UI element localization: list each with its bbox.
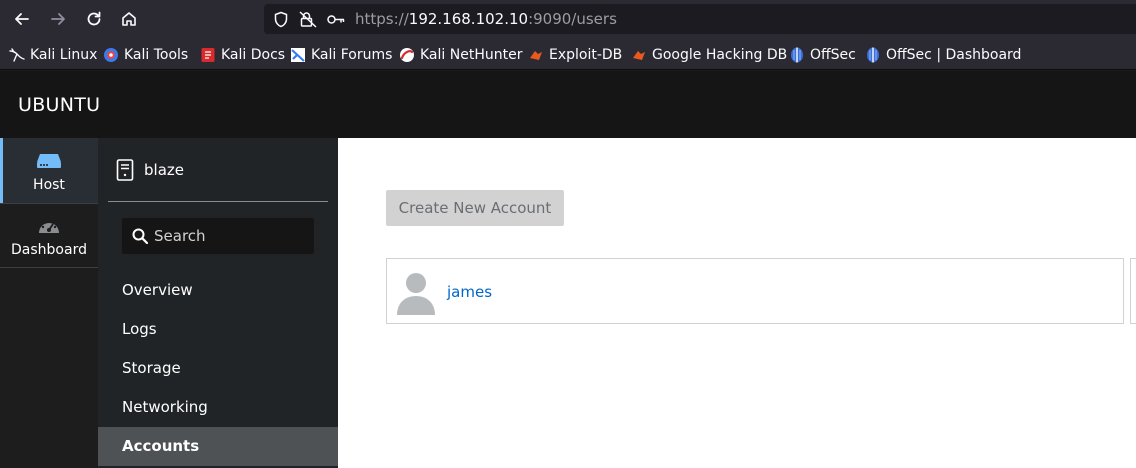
back-button[interactable] (9, 7, 35, 31)
bookmark-label: OffSec | Dashboard (886, 47, 1022, 63)
rail-item-host[interactable]: Host (0, 138, 98, 203)
server-tower-icon (116, 159, 134, 181)
menu-item-networking[interactable]: Networking (98, 388, 338, 427)
host-nav: blaze Overview Logs Storage Networking A… (98, 138, 338, 468)
menu-label: Logs (122, 320, 157, 338)
bookmark-label: Kali Docs (221, 47, 286, 63)
ghdb-icon (633, 51, 645, 60)
bookmark-label: Exploit-DB (549, 47, 623, 63)
host-name: blaze (144, 161, 184, 179)
menu-label: Accounts (122, 437, 200, 455)
reload-button[interactable] (81, 7, 107, 31)
primary-nav-rail: Host Dashboard (0, 138, 98, 468)
bookmark-kali-forums[interactable]: Kali Forums (290, 46, 392, 64)
bookmark-offsec-dashboard[interactable]: OffSec | Dashboard (865, 46, 1021, 64)
menu-item-logs[interactable]: Logs (98, 310, 338, 349)
menu-item-overview[interactable]: Overview (98, 271, 338, 310)
accounts-page: Create New Account james (338, 138, 1136, 468)
bookmark-google-hacking-db[interactable]: Google Hacking DB (631, 46, 787, 64)
browser-toolbar: https://192.168.102.10:9090/users (0, 0, 1136, 38)
bookmark-label: Kali Linux (30, 47, 98, 63)
user-avatar-icon (397, 273, 435, 315)
kali-docs-icon (201, 48, 215, 62)
forward-button[interactable] (45, 7, 71, 31)
account-name-link[interactable]: james (447, 283, 492, 301)
rail-item-dashboard[interactable]: Dashboard (0, 203, 98, 268)
bookmark-label: Kali Tools (124, 47, 189, 63)
bookmark-kali-nethunter[interactable]: Kali NetHunter (399, 46, 522, 64)
key-icon[interactable] (326, 11, 346, 28)
menu-item-accounts[interactable]: Accounts (98, 427, 338, 466)
menu-item-storage[interactable]: Storage (98, 349, 338, 388)
rail-label-host: Host (33, 177, 65, 193)
url-path: :9090/users (528, 10, 617, 28)
bookmark-kali-docs[interactable]: Kali Docs (200, 46, 285, 64)
nav-search (122, 218, 314, 254)
shield-icon[interactable] (273, 11, 289, 28)
url-bar[interactable]: https://192.168.102.10:9090/users (264, 4, 1136, 34)
offsec-icon (791, 47, 803, 63)
bookmark-kali-linux[interactable]: Kali Linux (9, 46, 97, 64)
cockpit-topbar: UBUNTU (0, 71, 1136, 138)
url-text[interactable]: https://192.168.102.10:9090/users (355, 10, 617, 28)
bookmark-exploit-db[interactable]: Exploit-DB (528, 46, 622, 64)
account-card[interactable]: james (386, 258, 1124, 324)
bookmark-label: Kali Forums (311, 47, 393, 63)
search-icon (132, 228, 148, 244)
bookmark-label: Google Hacking DB (652, 47, 788, 63)
url-scheme: https:// (355, 10, 409, 28)
menu-label: Networking (122, 398, 208, 416)
reload-icon (87, 11, 101, 26)
search-input[interactable] (154, 218, 309, 254)
kali-nethunter-icon (400, 48, 414, 62)
bookmark-label: Kali NetHunter (420, 47, 523, 63)
rail-label-dashboard: Dashboard (11, 242, 87, 258)
host-switcher[interactable]: blaze (116, 158, 184, 182)
kali-forums-icon (291, 48, 305, 62)
account-card-partial[interactable] (1130, 258, 1136, 324)
bookmarks-toolbar: Kali Linux Kali Tools Kali Docs Kali For… (0, 38, 1136, 70)
server-icon (37, 154, 61, 168)
kali-tools-icon (104, 48, 118, 62)
menu-label: Overview (122, 281, 193, 299)
nav-divider (108, 201, 328, 202)
brand-title: UBUNTU (18, 94, 101, 116)
arrow-right-icon (51, 13, 65, 25)
arrow-left-icon (15, 13, 29, 25)
home-icon (122, 12, 136, 26)
home-button[interactable] (116, 7, 142, 31)
bookmark-offsec[interactable]: OffSec (789, 46, 856, 64)
bookmark-kali-tools[interactable]: Kali Tools (103, 46, 188, 64)
url-host: 192.168.102.10 (408, 10, 529, 28)
menu-label: Storage (122, 359, 181, 377)
bookmark-label: OffSec (810, 47, 856, 63)
kali-dragon-icon (9, 48, 25, 62)
offsec-icon (867, 47, 879, 63)
create-new-account-button[interactable]: Create New Account (386, 190, 564, 226)
exploit-db-icon (530, 51, 542, 60)
lock-warning-icon[interactable] (299, 11, 317, 28)
dashboard-gauge-icon (39, 219, 59, 233)
